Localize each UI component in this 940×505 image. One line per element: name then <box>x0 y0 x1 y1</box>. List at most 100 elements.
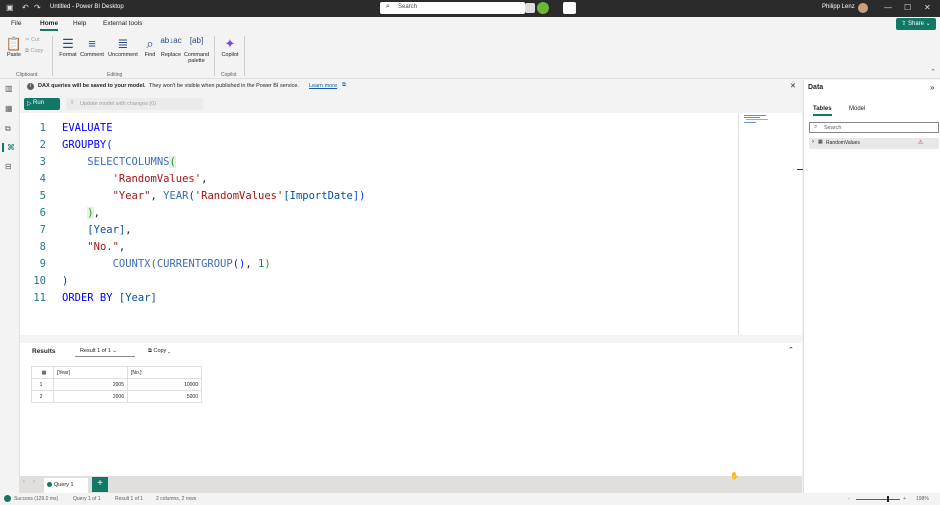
code-line: SELECTCOLUMNS( <box>87 156 176 168</box>
table-cell[interactable]: 2005 <box>53 378 128 391</box>
tab-tables[interactable]: Tables <box>813 106 832 116</box>
zoom-slider[interactable] <box>856 499 900 500</box>
zoom-level[interactable]: 198% <box>916 496 929 502</box>
comment-button[interactable]: ≡ Comment <box>79 36 105 58</box>
data-search-input[interactable]: ⌕ Search <box>809 122 939 133</box>
collapse-results-icon[interactable]: ⌃ <box>788 346 794 354</box>
table-cell[interactable]: 5000 <box>127 390 202 403</box>
redo-icon[interactable]: ↷ <box>34 3 41 12</box>
code-line: COUNTX(CURRENTGROUP(), 1) <box>112 258 271 270</box>
share-button[interactable]: ⇧ Share ⌄ <box>896 18 936 30</box>
menu-home[interactable]: Home <box>40 20 59 31</box>
command-palette-button[interactable]: [ab] Command palette <box>183 36 210 64</box>
tmdl-view-icon[interactable]: ⊟ <box>5 162 12 171</box>
find-label: Find <box>144 52 156 58</box>
collapse-ribbon-icon[interactable]: ⌃ <box>930 68 936 76</box>
zoom-in-icon[interactable]: + <box>903 496 906 502</box>
result-selector-value: Result 1 of 1 <box>80 348 111 354</box>
search-input[interactable]: ⌕ Search <box>380 2 525 14</box>
window-tile-button[interactable] <box>563 2 576 14</box>
run-label: Run <box>33 100 45 106</box>
table-cell[interactable]: 2006 <box>53 390 128 403</box>
paste-button[interactable]: 📋 Paste <box>4 36 24 58</box>
row-index: 2 <box>31 390 54 403</box>
line-number: 6 <box>39 207 46 219</box>
model-view-icon[interactable]: ⧉ <box>5 124 11 134</box>
data-pane-title: Data <box>808 84 824 91</box>
zoom-out-icon[interactable]: - <box>848 496 850 502</box>
scroll-left-icon[interactable]: ‹ <box>23 479 25 485</box>
minimap-line <box>744 117 760 118</box>
user-name[interactable]: Philipp Lenz <box>822 4 855 10</box>
dax-query-view-icon[interactable]: ⌘ <box>2 143 15 152</box>
chevron-right-icon[interactable]: › <box>812 139 814 145</box>
tab-model[interactable]: Model <box>849 106 865 112</box>
add-query-button[interactable]: + <box>92 477 108 492</box>
line-number: 10 <box>33 275 46 287</box>
uncomment-button[interactable]: ≣ Uncomment <box>106 36 140 58</box>
menu-file[interactable]: File <box>11 20 21 27</box>
copy-results-button[interactable]: ⧉ Copy ⌄ <box>148 348 170 355</box>
find-button[interactable]: ⌕ Find <box>141 36 159 58</box>
zoom-slider-thumb[interactable] <box>887 496 889 502</box>
minimap-line <box>744 115 766 116</box>
replace-button[interactable]: ab↓ac Replace <box>160 36 182 58</box>
line-number: 9 <box>39 258 46 270</box>
result-selector[interactable]: Result 1 of 1 ⌄ <box>75 345 135 357</box>
view-rail: ▥ ▦ ⧉ ⌘ ⊟ <box>0 80 20 493</box>
copy-button[interactable]: ⧉ Copy <box>25 48 43 55</box>
table-cell[interactable]: 10000 <box>127 378 202 391</box>
format-button[interactable]: ☰ Format <box>58 36 78 58</box>
minimize-icon[interactable]: — <box>884 3 892 12</box>
paste-label: Paste <box>6 52 22 58</box>
code-line: GROUPBY( <box>62 139 113 151</box>
title-bar: ▣ ↶ ↷ Untitled - Power BI Desktop ⌕ Sear… <box>0 0 940 17</box>
tab-query-1[interactable]: Query 1 <box>44 478 88 493</box>
search-options-button[interactable] <box>525 3 535 13</box>
learn-more-link[interactable]: Learn more <box>309 83 337 89</box>
table-icon: ▦ <box>818 139 823 145</box>
menu-help[interactable]: Help <box>73 20 86 27</box>
copilot-button[interactable]: ✦ Copilot <box>219 36 241 58</box>
format-icon: ☰ <box>62 36 74 51</box>
update-model-button[interactable]: ⇧ Update model with changes (0) <box>66 98 203 110</box>
avatar[interactable] <box>858 3 868 13</box>
chevron-down-icon: ⌄ <box>112 348 118 354</box>
table-item-randomvalues[interactable]: › ▦ RandomValues ⚠ <box>809 138 939 149</box>
replace-icon: ab↓ac <box>160 36 182 45</box>
cut-button[interactable]: ✂ Cut <box>25 37 40 43</box>
divider <box>52 36 53 76</box>
column-header[interactable]: [No.] <box>127 366 202 379</box>
code-line: ), <box>87 207 100 219</box>
run-button[interactable]: ▷ Run <box>24 98 60 110</box>
close-icon[interactable]: ✕ <box>924 3 931 12</box>
close-infobar-icon[interactable]: ✕ <box>790 82 796 90</box>
undo-icon[interactable]: ↶ <box>22 3 29 12</box>
table-view-icon[interactable]: ▦ <box>5 104 13 113</box>
ribbon: 📋 Paste ✂ Cut ⧉ Copy Clipboard ☰ Format … <box>0 32 940 79</box>
menu-bar: File Home Help External tools ⇧ Share ⌄ <box>0 17 940 32</box>
menu-external-tools[interactable]: External tools <box>103 20 142 27</box>
info-bar: i DAX queries will be saved to your mode… <box>20 80 802 94</box>
search-icon: ⌕ <box>386 3 390 10</box>
status-bar: Success (129.0 ms) Query 1 of 1 Result 1… <box>0 493 940 505</box>
window-title: Untitled - Power BI Desktop <box>50 4 124 10</box>
code-line: ) <box>62 275 69 287</box>
collapse-pane-icon[interactable]: » <box>930 83 934 92</box>
line-number: 2 <box>39 139 46 151</box>
column-header[interactable]: [Year] <box>53 366 128 379</box>
dax-editor[interactable]: 1 2 3 4 5 6 7 8 9 10 11 EVALUATE GROUPBY… <box>20 113 738 335</box>
data-pane: Data » Tables Model ⌕ Search › ▦ RandomV… <box>803 80 940 493</box>
copilot-status-icon[interactable] <box>537 2 549 14</box>
scroll-right-icon[interactable]: › <box>33 479 35 485</box>
table-grid-icon[interactable]: ▦ <box>31 366 54 379</box>
data-search-placeholder: Search <box>824 125 842 131</box>
paste-icon: 📋 <box>5 36 23 51</box>
save-icon[interactable]: ▣ <box>6 3 14 12</box>
status-result: Result 1 of 1 <box>115 496 144 502</box>
minimap[interactable] <box>738 113 803 335</box>
line-number: 11 <box>33 292 46 304</box>
report-view-icon[interactable]: ▥ <box>5 84 13 93</box>
maximize-icon[interactable]: ☐ <box>904 3 911 12</box>
query-tab-bar: ‹ › Query 1 + ✋ <box>20 473 802 493</box>
